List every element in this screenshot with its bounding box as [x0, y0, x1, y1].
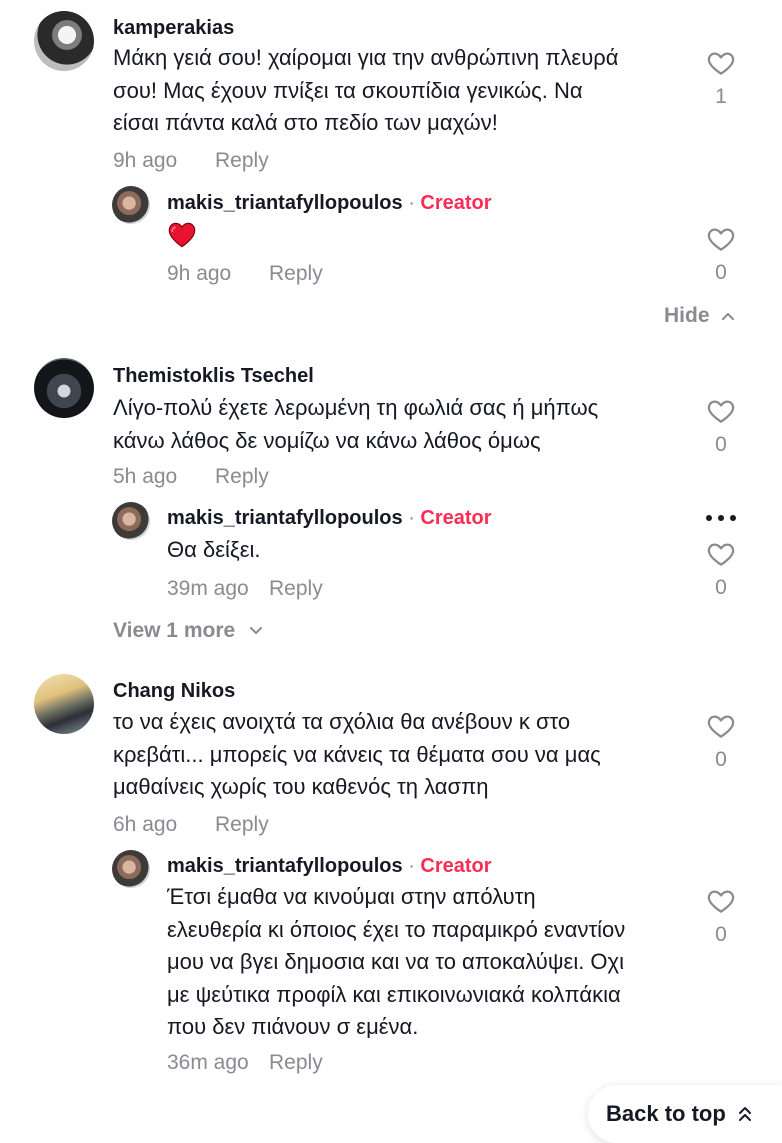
- reply-text-line: με ψεύτικα προφίλ και επικοινωνιακά κολπ…: [167, 981, 621, 1007]
- reply-username-row: makis_triantafyllopoulos · Creator: [167, 854, 492, 878]
- comment-text: το να έχεις ανοιχτά τα σχόλια θα ανέβουν…: [113, 706, 673, 804]
- comment-text: Λίγο-πολύ έχετε λερωμένη τη φωλιά σας ή …: [113, 392, 673, 457]
- comment-username[interactable]: Chang Nikos: [113, 679, 235, 703]
- back-to-top-label: Back to top: [606, 1101, 726, 1126]
- reply-username-row: makis_triantafyllopoulos · Creator: [167, 191, 492, 215]
- like-count: 0: [715, 923, 727, 946]
- reply-username[interactable]: makis_triantafyllopoulos: [167, 855, 403, 877]
- comment-username[interactable]: kamperakias: [113, 16, 234, 40]
- avatar[interactable]: [112, 502, 150, 540]
- comment-text-line: Μάκη γειά σου! χαίρομαι για την ανθρώπιν…: [113, 45, 619, 70]
- reply-username[interactable]: makis_triantafyllopoulos: [167, 507, 403, 529]
- heart-outline-icon[interactable]: [706, 539, 736, 569]
- reply-username[interactable]: makis_triantafyllopoulos: [167, 192, 403, 214]
- reply-button[interactable]: Reply: [215, 148, 269, 174]
- like-count: 0: [715, 748, 727, 771]
- reply-text-line: μου να βγει δημοσια και να το αποκαλύψει…: [167, 949, 624, 974]
- creator-badge: Creator: [420, 855, 492, 877]
- avatar[interactable]: [112, 186, 150, 224]
- heart-emoji: [168, 222, 196, 248]
- heart-outline-icon[interactable]: [706, 711, 736, 741]
- reply-text-line: Θα δείξει.: [167, 537, 261, 562]
- hide-replies-button[interactable]: Hide: [664, 303, 735, 329]
- comment-text-line: σου! Μας έχουν πνίξει τα σκουπίδια γενικ…: [113, 77, 583, 103]
- comment-text-line: είσαι πάντα καλά στο πεδίο των μαχών!: [113, 110, 498, 135]
- creator-badge: Creator: [420, 507, 492, 529]
- avatar[interactable]: [34, 358, 94, 418]
- comment-text-line: μαθαίνεις χωρίς του καθενός τη λασπη: [113, 774, 489, 799]
- reply-button[interactable]: Reply: [269, 261, 323, 287]
- like-count: 0: [715, 433, 727, 456]
- like-count: 1: [715, 85, 727, 108]
- view-more-replies-button[interactable]: View 1 more: [113, 618, 263, 644]
- chevron-down-icon: [250, 627, 263, 635]
- avatar[interactable]: [112, 850, 150, 888]
- reply-time: 39m ago: [167, 577, 249, 600]
- separator: ·: [408, 507, 415, 529]
- heart-outline-icon[interactable]: [706, 48, 736, 78]
- reply-text-line: Έτσι έμαθα να κινούμαι στην απόλυτη: [167, 884, 536, 909]
- reply-username-row: makis_triantafyllopoulos · Creator: [167, 506, 492, 530]
- heart-outline-icon[interactable]: [706, 396, 736, 426]
- reply-button[interactable]: Reply: [215, 464, 269, 490]
- reply-button[interactable]: Reply: [269, 1050, 323, 1076]
- comment-username[interactable]: Themistoklis Tsechel: [113, 364, 314, 388]
- like-count: 0: [715, 261, 727, 284]
- reply-text-line: που δεν πιάνουν σ εμένα.: [167, 1014, 419, 1039]
- comment-text-line: το να έχεις ανοιχτά τα σχόλια θα ανέβουν…: [113, 709, 571, 734]
- reply-time: 36m ago: [167, 1051, 249, 1074]
- comment-text-line: κρεβάτι... μπορείς να κάνεις τα θέματα σ…: [113, 741, 601, 767]
- like-count: 0: [715, 576, 727, 599]
- creator-badge: Creator: [420, 192, 492, 214]
- comment-time: 6h ago: [113, 813, 178, 836]
- reply-text: Έτσι έμαθα να κινούμαι στην απόλυτη ελευ…: [167, 881, 687, 1044]
- comment-text-line: Λίγο-πολύ έχετε λερωμένη τη φωλιά σας ή …: [113, 395, 599, 420]
- avatar[interactable]: [34, 11, 94, 71]
- comment-text: Μάκη γειά σου! χαίρομαι για την ανθρώπιν…: [113, 42, 673, 140]
- hide-label: Hide: [664, 304, 710, 327]
- separator: ·: [408, 192, 415, 214]
- reply-text-line: ελευθερία κι όποιος έχει το παραμικρό εν…: [167, 916, 626, 942]
- avatar[interactable]: [34, 674, 94, 734]
- comment-time: 5h ago: [113, 465, 178, 488]
- reply-time: 9h ago: [167, 262, 232, 285]
- heart-outline-icon[interactable]: [706, 224, 736, 254]
- double-chevron-up-icon: [738, 1107, 751, 1121]
- chevron-up-icon: [722, 313, 735, 321]
- back-to-top-button[interactable]: Back to top: [588, 1085, 782, 1143]
- view-more-label: View 1 more: [113, 619, 236, 642]
- separator: ·: [408, 855, 415, 877]
- comment-time: 9h ago: [113, 149, 178, 172]
- reply-button[interactable]: Reply: [269, 576, 323, 602]
- ellipsis-icon[interactable]: [703, 512, 739, 524]
- reply-button[interactable]: Reply: [215, 812, 269, 838]
- heart-outline-icon[interactable]: [706, 886, 736, 916]
- comment-text-line: κάνω λάθος δε νομίζω να κάνω λάθος όμως: [113, 427, 541, 453]
- reply-text: Θα δείξει.: [167, 534, 667, 567]
